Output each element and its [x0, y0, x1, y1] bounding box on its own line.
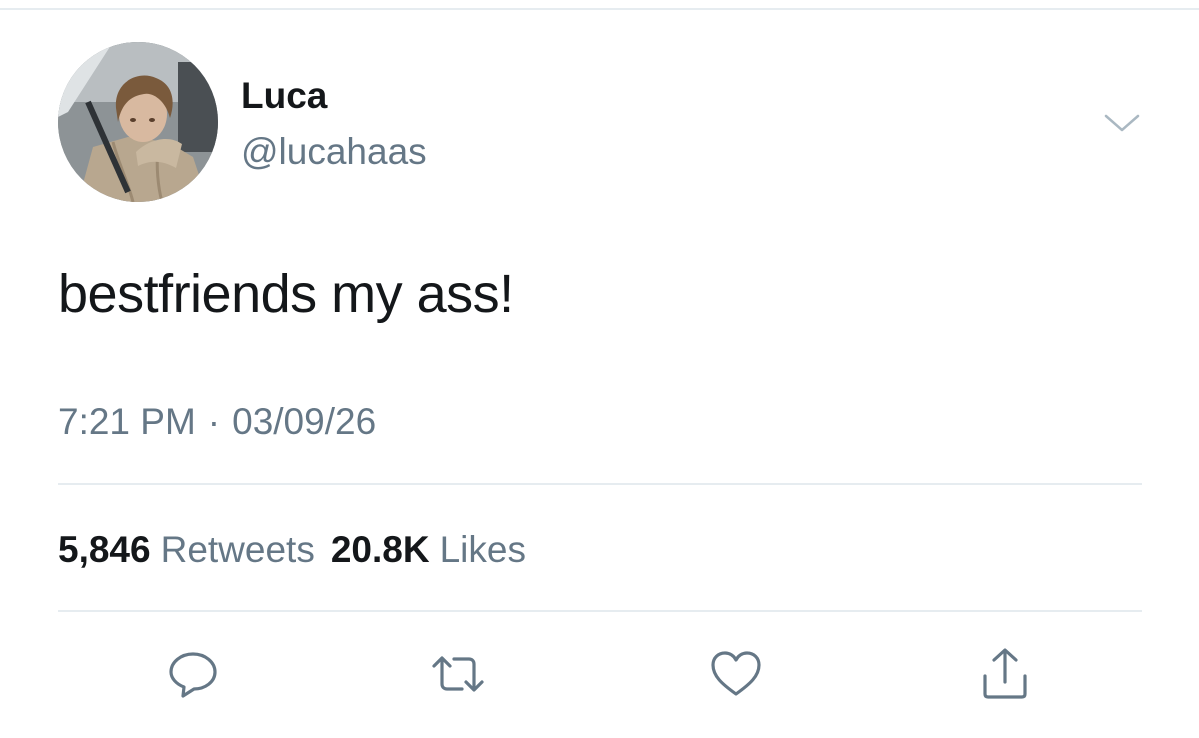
timestamp-separator: ·: [207, 401, 221, 442]
tweet-menu-button[interactable]: [1100, 108, 1144, 138]
tweet-text: bestfriends my ass!: [58, 264, 514, 324]
top-divider: [0, 8, 1199, 10]
chevron-down-icon: [1104, 114, 1140, 132]
share-button[interactable]: [975, 644, 1035, 704]
divider: [58, 483, 1142, 485]
likes-stat[interactable]: 20.8K Likes: [331, 529, 526, 570]
author-handle[interactable]: @lucahaas: [241, 130, 427, 174]
avatar[interactable]: [58, 42, 218, 202]
like-button[interactable]: [706, 644, 766, 704]
avatar-image: [58, 42, 218, 202]
retweet-button[interactable]: [428, 644, 488, 704]
divider: [58, 610, 1142, 612]
engagement-stats: 5,846 Retweets 20.8K Likes: [58, 528, 526, 572]
tweet-date: 03/09/26: [232, 401, 377, 442]
likes-label: Likes: [439, 529, 526, 570]
speech-bubble-icon: [169, 652, 217, 698]
tweet-timestamp[interactable]: 7:21 PM · 03/09/26: [58, 400, 376, 444]
likes-count: 20.8K: [330, 529, 430, 570]
heart-icon: [711, 651, 761, 696]
author-display-name[interactable]: Luca: [241, 74, 327, 118]
retweets-label: Retweets: [160, 529, 315, 570]
tweet-time: 7:21 PM: [58, 401, 196, 442]
retweets-stat[interactable]: 5,846 Retweets: [58, 529, 315, 570]
reply-button[interactable]: [163, 644, 223, 704]
share-upload-icon: [983, 648, 1027, 699]
retweet-arrows-icon: [432, 656, 484, 692]
retweets-count: 5,846: [58, 529, 151, 570]
